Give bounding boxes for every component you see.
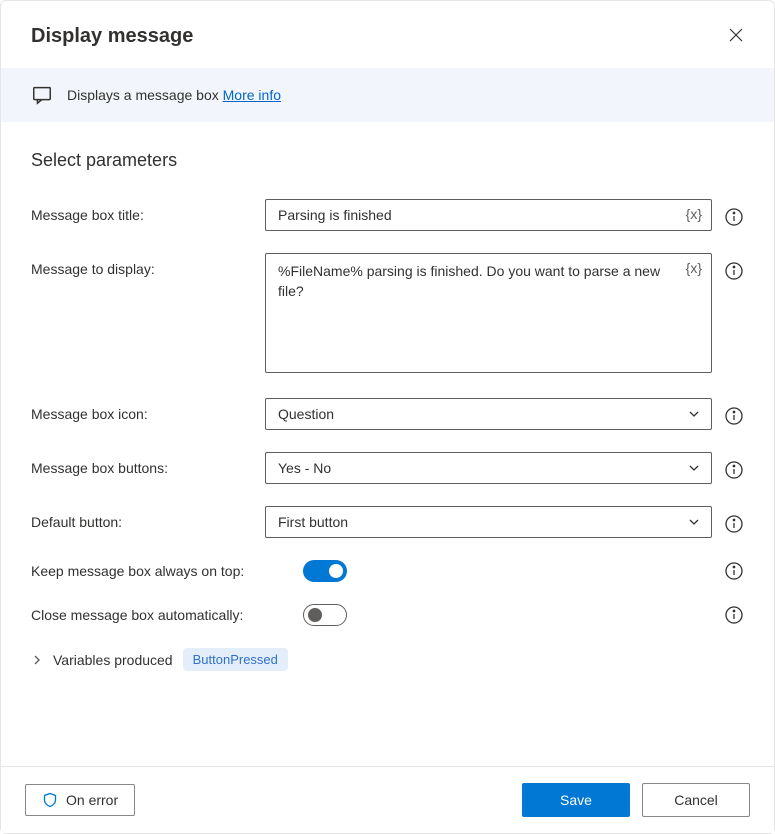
- close-icon: [728, 27, 744, 43]
- info-icon[interactable]: [724, 561, 744, 581]
- row-title: Message box title: {x}: [31, 199, 744, 231]
- toggle-auto-close[interactable]: [303, 604, 347, 626]
- label-autoclose: Close message box automatically:: [31, 607, 291, 623]
- info-icon[interactable]: [724, 406, 744, 426]
- variables-produced-row: Variables produced ButtonPressed: [31, 648, 744, 671]
- select-icon[interactable]: Question: [265, 398, 712, 430]
- info-icon[interactable]: [724, 207, 744, 227]
- label-buttons: Message box buttons:: [31, 452, 253, 476]
- label-icon: Message box icon:: [31, 398, 253, 422]
- cancel-button[interactable]: Cancel: [642, 783, 750, 817]
- label-title: Message box title:: [31, 199, 253, 223]
- row-icon: Message box icon: Question: [31, 398, 744, 430]
- toggle-always-on-top[interactable]: [303, 560, 347, 582]
- dialog-title: Display message: [31, 25, 193, 48]
- select-buttons[interactable]: Yes - No: [265, 452, 712, 484]
- dialog-footer: On error Save Cancel: [1, 766, 774, 833]
- info-icon[interactable]: [724, 460, 744, 480]
- on-error-button[interactable]: On error: [25, 784, 135, 816]
- info-banner: Displays a message box More info: [1, 68, 774, 122]
- label-default: Default button:: [31, 506, 253, 530]
- shield-icon: [42, 792, 58, 808]
- content-area: Select parameters Message box title: {x}…: [1, 122, 774, 766]
- message-icon: [31, 84, 53, 106]
- dialog-header: Display message: [1, 1, 774, 68]
- row-buttons: Message box buttons: Yes - No: [31, 452, 744, 484]
- close-button[interactable]: [722, 21, 750, 52]
- input-message[interactable]: [265, 253, 712, 373]
- save-button[interactable]: Save: [522, 783, 630, 817]
- insert-variable-button[interactable]: {x}: [686, 260, 702, 276]
- row-always-on-top: Keep message box always on top:: [31, 560, 744, 582]
- input-title[interactable]: [265, 199, 712, 231]
- variables-produced-label[interactable]: Variables produced: [53, 652, 173, 668]
- info-icon[interactable]: [724, 605, 744, 625]
- label-message: Message to display:: [31, 253, 253, 277]
- info-icon[interactable]: [724, 514, 744, 534]
- banner-text: Displays a message box More info: [67, 87, 281, 103]
- row-auto-close: Close message box automatically:: [31, 604, 744, 626]
- row-default-button: Default button: First button: [31, 506, 744, 538]
- info-icon[interactable]: [724, 261, 744, 281]
- row-message: Message to display: {x}: [31, 253, 744, 376]
- select-default[interactable]: First button: [265, 506, 712, 538]
- section-title: Select parameters: [31, 150, 744, 171]
- label-ontop: Keep message box always on top:: [31, 563, 291, 579]
- more-info-link[interactable]: More info: [223, 87, 281, 103]
- insert-variable-button[interactable]: {x}: [686, 206, 702, 222]
- chevron-right-icon[interactable]: [31, 654, 43, 666]
- variable-chip[interactable]: ButtonPressed: [183, 648, 288, 671]
